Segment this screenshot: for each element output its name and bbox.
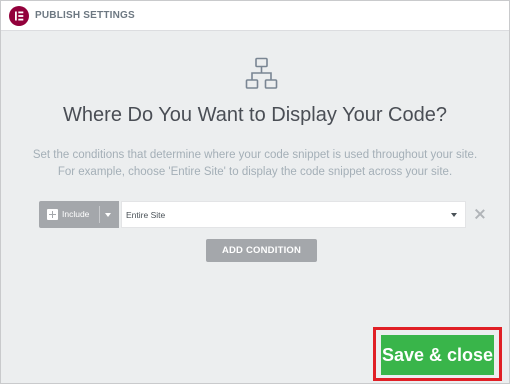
publish-settings-modal: PUBLISH SETTINGS Where Do You Want to Di… [0, 0, 510, 384]
condition-rule-select[interactable]: Entire Site [121, 201, 466, 228]
plus-square-icon [47, 209, 58, 220]
remove-condition-close-icon[interactable] [474, 208, 486, 220]
condition-row: Include Entire Site [39, 201, 466, 228]
include-type-select[interactable]: Include [39, 201, 119, 228]
page-description: Set the conditions that determine where … [1, 147, 509, 181]
add-condition-button[interactable]: ADD CONDITION [206, 239, 317, 262]
elementor-logo-icon [9, 6, 29, 26]
save-and-close-button[interactable]: Save & close [381, 335, 494, 375]
chevron-down-icon [451, 213, 457, 217]
sitemap-icon [245, 57, 278, 95]
description-line-2: For example, choose 'Entire Site' to dis… [57, 166, 453, 178]
description-line-1: Set the conditions that determine where … [32, 149, 478, 161]
chevron-down-icon [105, 213, 111, 217]
modal-title: PUBLISH SETTINGS [35, 10, 135, 21]
modal-header: PUBLISH SETTINGS [1, 1, 509, 31]
select-divider [99, 206, 100, 223]
condition-rule-label: Entire Site [126, 210, 166, 220]
include-type-label: Include [62, 209, 90, 219]
page-heading: Where Do You Want to Display Your Code? [63, 104, 447, 126]
